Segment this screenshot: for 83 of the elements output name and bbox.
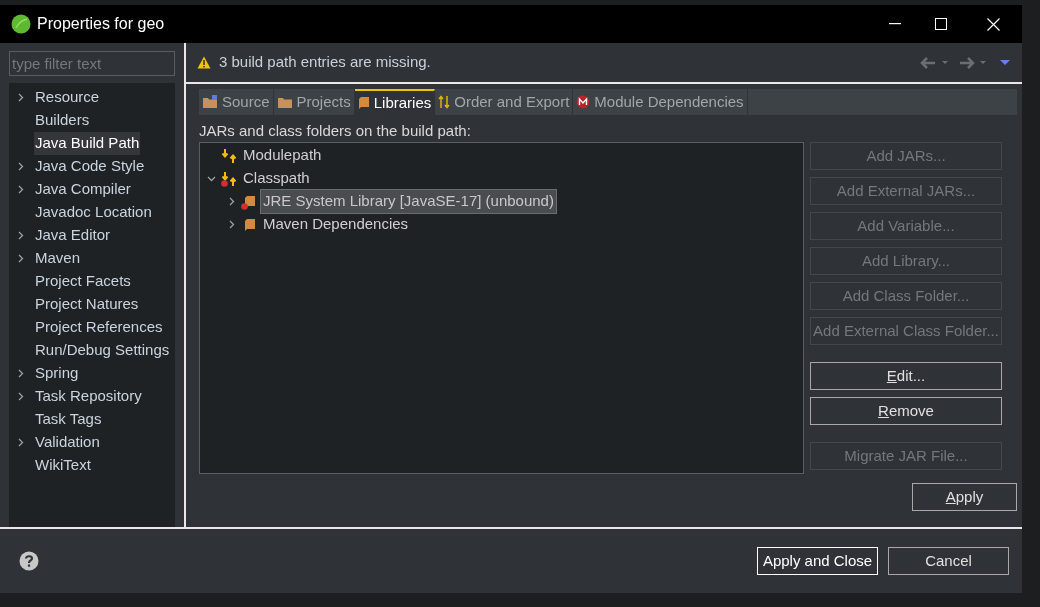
tree-caption: JARs and class folders on the build path:: [199, 121, 472, 141]
path-arrows-icon: [221, 170, 237, 187]
tab[interactable]: Order and Export: [435, 89, 574, 115]
sidebar-item[interactable]: Java Compiler: [34, 178, 132, 201]
footer-button[interactable]: Apply and Close: [757, 547, 878, 575]
chevron-icon[interactable]: [227, 197, 236, 206]
folder-icon: [276, 95, 293, 109]
tree-row[interactable]: Maven Dependencies: [200, 213, 413, 236]
path-arrows-icon: [221, 147, 237, 164]
sidebar-row[interactable]: Run/Debug Settings: [9, 339, 171, 362]
back-icon[interactable]: [920, 55, 950, 70]
tab[interactable]: Libraries: [354, 89, 436, 115]
sidebar-item[interactable]: Java Build Path: [34, 132, 141, 155]
sidebar-item[interactable]: Project Facets: [34, 270, 132, 293]
tab[interactable]: Projects: [273, 89, 355, 115]
sidebar-item[interactable]: WikiText: [34, 454, 92, 477]
chevron-icon[interactable]: [16, 369, 25, 378]
book-icon: [241, 193, 257, 210]
sidebar-item[interactable]: Run/Debug Settings: [34, 339, 171, 362]
tree-item[interactable]: Maven Dependencies: [261, 213, 411, 236]
sidebar-item[interactable]: Validation: [34, 431, 101, 454]
sidebar-row[interactable]: Java Code Style: [9, 155, 146, 178]
leaf-logo-icon: [11, 14, 31, 34]
sidebar-item[interactable]: Project References: [34, 316, 164, 339]
chevron-icon[interactable]: [207, 174, 216, 183]
sidebar-item[interactable]: Project Natures: [34, 293, 140, 316]
chevron-icon[interactable]: [16, 392, 25, 401]
sidebar-row[interactable]: Task Repository: [9, 385, 143, 408]
sidebar-row[interactable]: Java Compiler: [9, 178, 132, 201]
sidebar-row[interactable]: Resource: [9, 86, 101, 109]
tab[interactable]: Source: [199, 89, 274, 115]
maximize-icon: [935, 18, 947, 30]
chevron-icon[interactable]: [16, 231, 25, 240]
folder-icon: [202, 95, 218, 109]
menu-icon[interactable]: [1000, 59, 1010, 66]
tree-row[interactable]: JRE System Library [JavaSE-17] (unbound): [200, 190, 558, 213]
warning-message: 3 build path entries are missing.: [219, 52, 431, 73]
tab[interactable]: Module Dependencies: [573, 89, 748, 115]
tree-row[interactable]: Modulepath: [200, 144, 326, 167]
tree-item[interactable]: Classpath: [241, 167, 312, 190]
book-icon: [357, 96, 370, 110]
sidebar-row[interactable]: Maven: [9, 247, 82, 270]
chevron-icon[interactable]: [16, 93, 25, 102]
chevron-icon[interactable]: [16, 162, 25, 171]
sidebar-row[interactable]: Task Tags: [9, 408, 103, 431]
sidebar-item[interactable]: Java Code Style: [34, 155, 146, 178]
sidebar-item[interactable]: Task Repository: [34, 385, 143, 408]
sidebar-item[interactable]: Builders: [34, 109, 91, 132]
up-down-arrows-icon: [438, 95, 451, 109]
sidebar-row[interactable]: WikiText: [9, 454, 92, 477]
apply-button[interactable]: Apply: [912, 483, 1017, 511]
m-badge-icon: [576, 95, 591, 109]
sidebar-row[interactable]: Project References: [9, 316, 164, 339]
chevron-icon[interactable]: [16, 254, 25, 263]
tree-item[interactable]: Modulepath: [241, 144, 324, 167]
tree-item[interactable]: JRE System Library [JavaSE-17] (unbound): [261, 190, 556, 213]
filter-field[interactable]: type filter text: [9, 51, 175, 76]
sidebar-row[interactable]: Project Natures: [9, 293, 140, 316]
tree-row[interactable]: Classpath: [200, 167, 314, 190]
sidebar-row[interactable]: Project Facets: [9, 270, 132, 293]
sidebar-item[interactable]: Java Editor: [34, 224, 112, 247]
side-button[interactable]: Remove: [810, 397, 1002, 425]
sidebar-row[interactable]: Javadoc Location: [9, 201, 153, 224]
side-button[interactable]: Edit...: [810, 362, 1002, 390]
sidebar-row[interactable]: Java Build Path: [9, 132, 141, 155]
chevron-icon[interactable]: [227, 220, 236, 229]
sidebar-item[interactable]: Task Tags: [34, 408, 103, 431]
footer-button[interactable]: Cancel: [888, 547, 1009, 575]
sidebar-row[interactable]: Builders: [9, 109, 91, 132]
sidebar-item[interactable]: Javadoc Location: [34, 201, 153, 224]
sidebar-item[interactable]: Maven: [34, 247, 82, 270]
help-icon[interactable]: [19, 551, 39, 571]
warning-icon: [197, 56, 211, 69]
chevron-icon[interactable]: [16, 438, 25, 447]
sidebar-item[interactable]: Spring: [34, 362, 80, 385]
chevron-icon[interactable]: [16, 185, 25, 194]
sidebar-row[interactable]: Spring: [9, 362, 80, 385]
sidebar-row[interactable]: Java Editor: [9, 224, 112, 247]
window-title: Properties for geo: [37, 14, 165, 34]
close-icon: [986, 17, 1000, 31]
sidebar-row[interactable]: Validation: [9, 431, 101, 454]
sidebar-item[interactable]: Resource: [34, 86, 101, 109]
minimize-icon: [889, 23, 901, 25]
